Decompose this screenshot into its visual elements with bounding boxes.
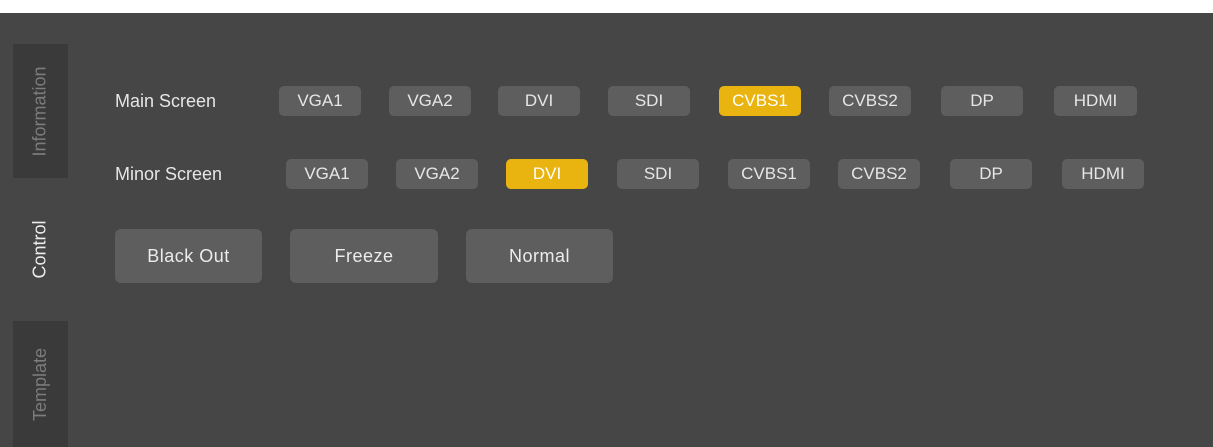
main-screen-source-dvi[interactable]: DVI — [498, 86, 580, 116]
main-screen-label: Main Screen — [115, 91, 217, 111]
tab-template-label: Template — [30, 347, 51, 421]
minor-screen-source-vga2[interactable]: VGA2 — [396, 159, 478, 189]
minor-screen-source-vga1[interactable]: VGA1 — [286, 159, 368, 189]
tab-information[interactable]: Information — [13, 44, 68, 178]
minor-screen-source-cvbs2[interactable]: CVBS2 — [838, 159, 920, 189]
main-screen-source-hdmi[interactable]: HDMI — [1054, 86, 1137, 116]
minor-screen-label: Minor Screen — [115, 164, 223, 184]
freeze-button[interactable]: Freeze — [290, 229, 438, 283]
main-screen-source-cvbs2[interactable]: CVBS2 — [829, 86, 911, 116]
main-screen-source-vga1[interactable]: VGA1 — [279, 86, 361, 116]
minor-screen-source-cvbs1[interactable]: CVBS1 — [728, 159, 810, 189]
black-out-button[interactable]: Black Out — [115, 229, 262, 283]
tab-control-label: Control — [30, 220, 50, 279]
main-screen-source-dp[interactable]: DP — [941, 86, 1023, 116]
normal-button[interactable]: Normal — [466, 229, 613, 283]
main-screen-source-vga2[interactable]: VGA2 — [389, 86, 471, 116]
tab-template[interactable]: Template — [13, 321, 68, 447]
minor-screen-source-dvi[interactable]: DVI — [506, 159, 588, 189]
minor-screen-source-sdi[interactable]: SDI — [617, 159, 699, 189]
minor-screen-source-hdmi[interactable]: HDMI — [1062, 159, 1144, 189]
tab-information-label: Information — [30, 65, 51, 157]
main-screen-source-cvbs1[interactable]: CVBS1 — [719, 86, 801, 116]
minor-screen-source-dp[interactable]: DP — [950, 159, 1032, 189]
tab-control[interactable]: Control — [13, 178, 68, 321]
main-screen-source-sdi[interactable]: SDI — [608, 86, 690, 116]
